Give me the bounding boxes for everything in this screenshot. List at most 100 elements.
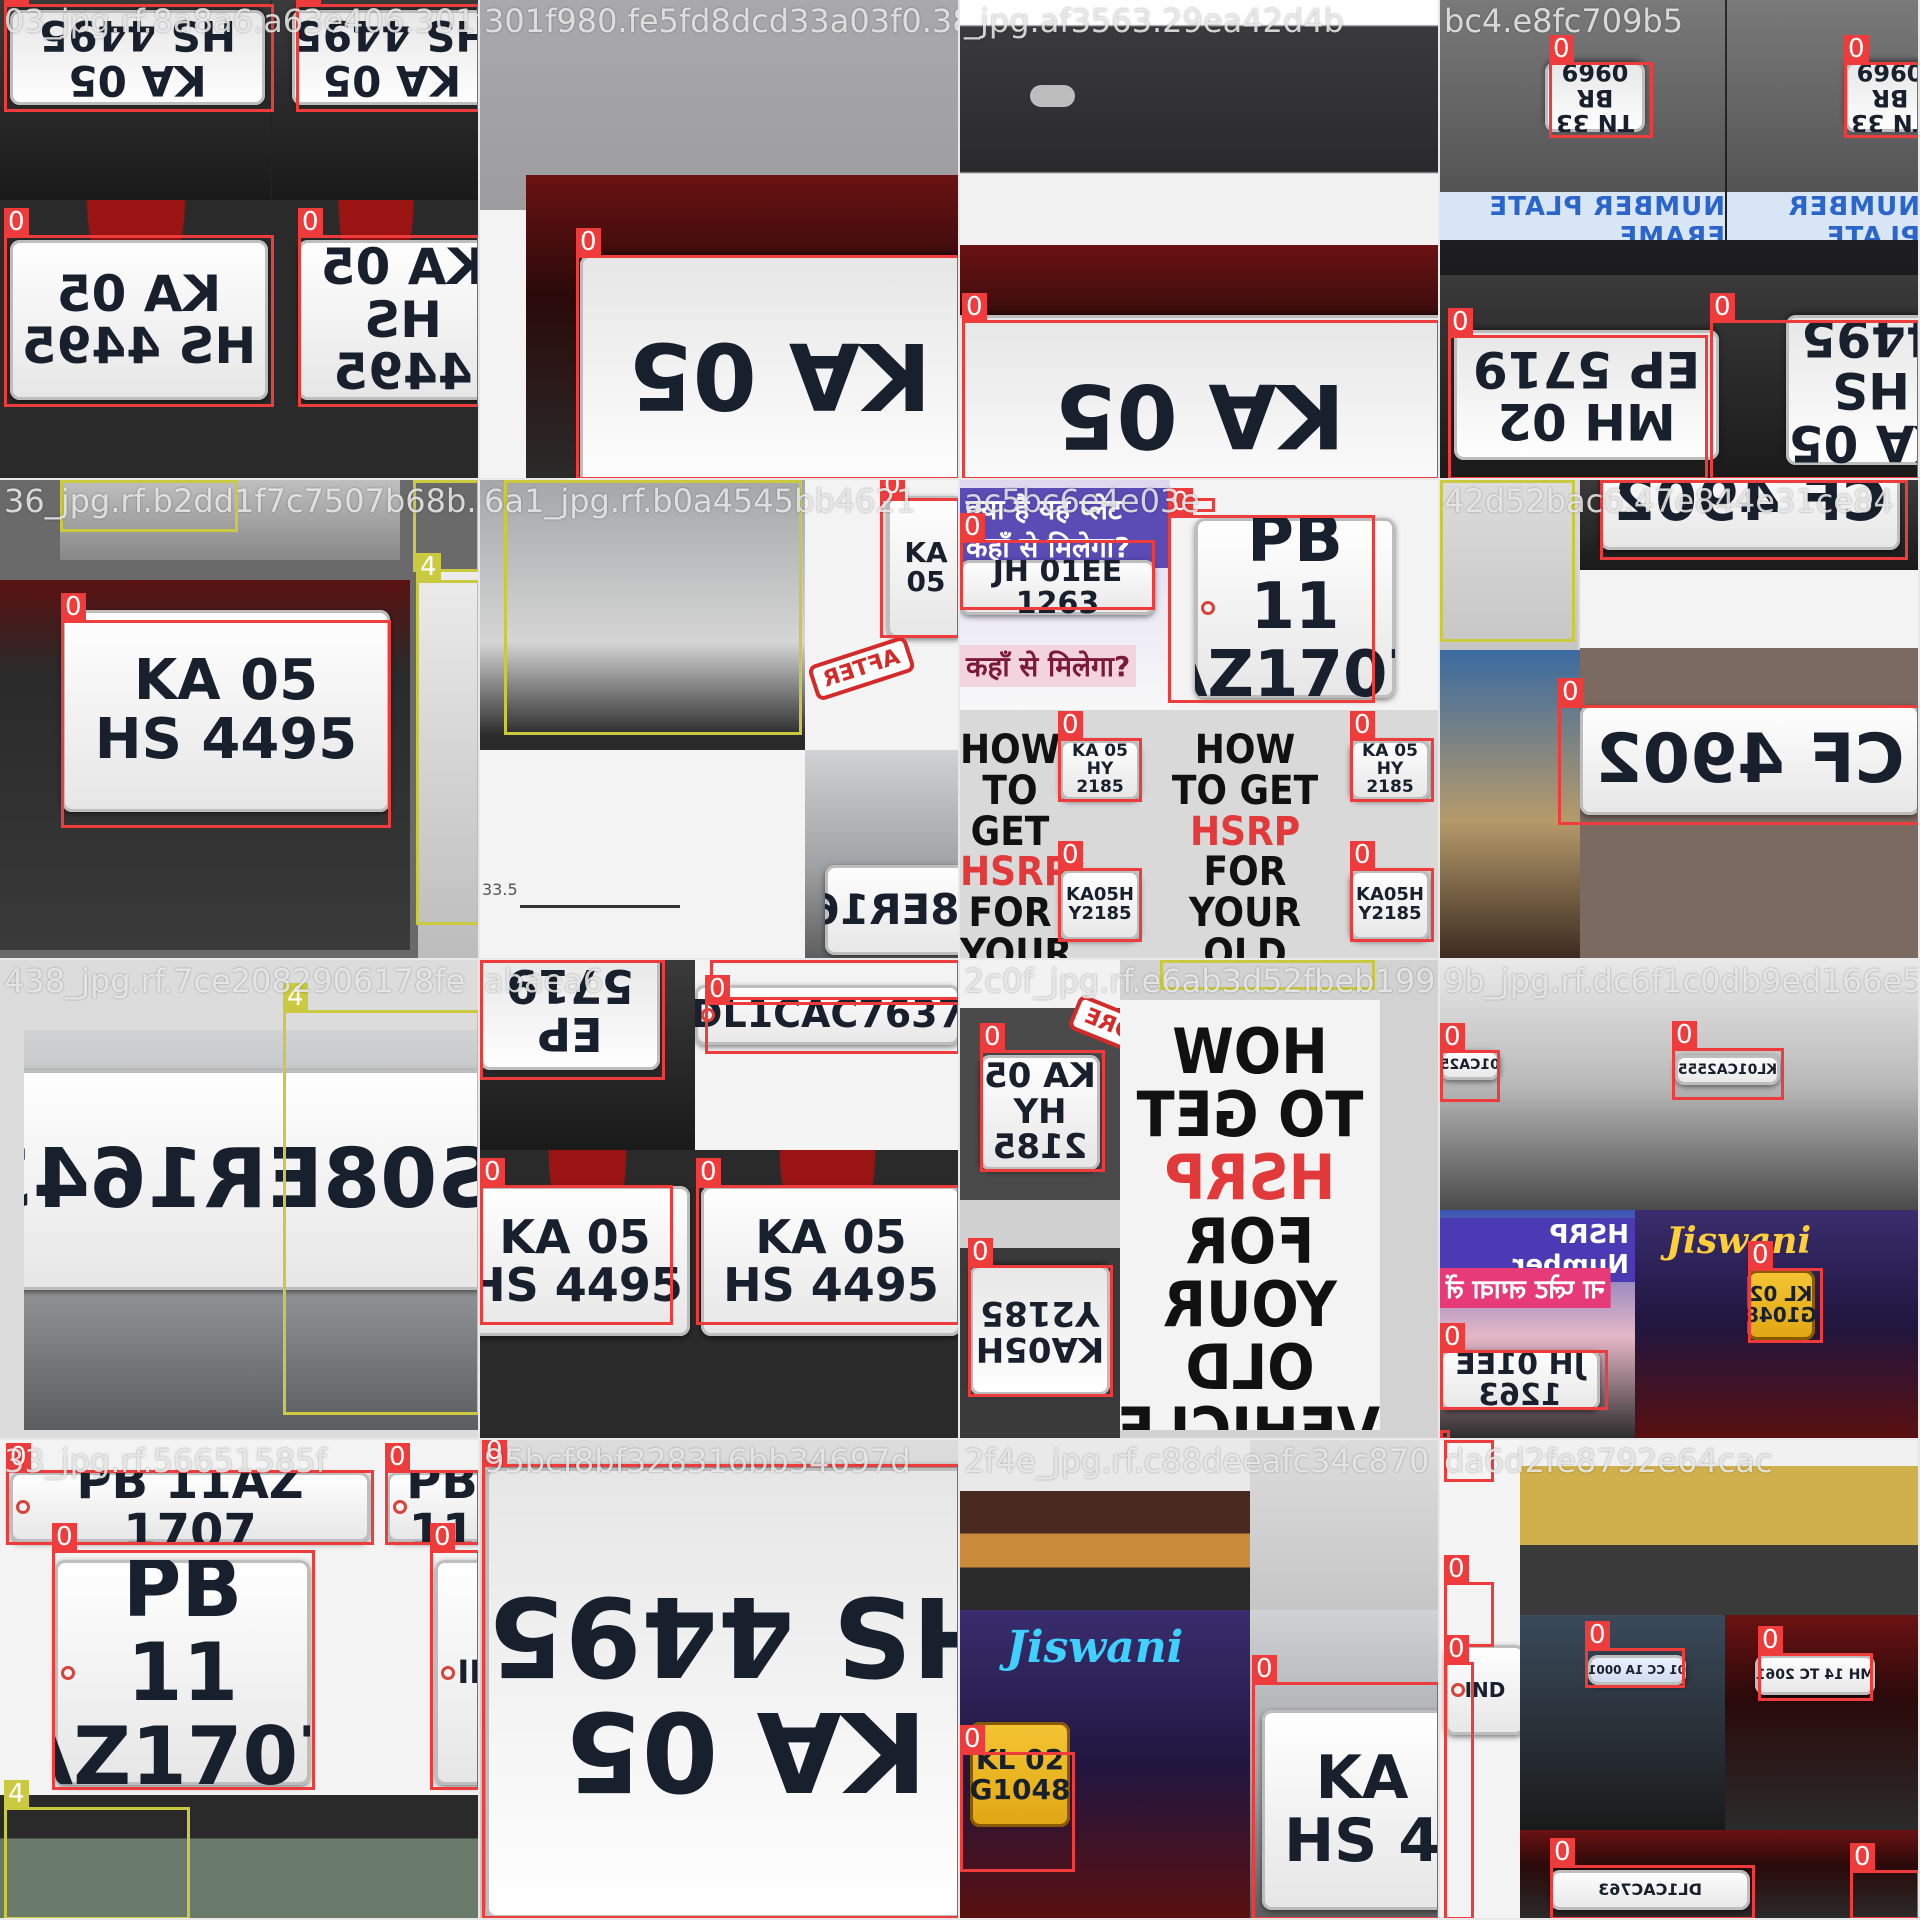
poster-line: VEHICLE bbox=[1120, 1394, 1380, 1430]
poster-line: FOR bbox=[1185, 1204, 1315, 1278]
detection-box-plate: 0 bbox=[1252, 1655, 1438, 1918]
class-label: 4 bbox=[60, 480, 85, 481]
tile-filename: _jpg.af3563.29ea42d4b bbox=[964, 2, 1344, 40]
detection-box-plate: 0 bbox=[1558, 678, 1918, 825]
detection-box-vehicle: 4 bbox=[416, 553, 478, 925]
exhaust-pipe bbox=[1030, 85, 1075, 107]
tile-filename: 9b_jpg.rf.dc6f1c0db9ed166e540 bbox=[1444, 962, 1920, 1000]
poster-line: FOR bbox=[1203, 849, 1287, 896]
class-label: 0 bbox=[980, 1023, 1005, 1051]
hindi-subheading: कहाँ से मिलेगा? bbox=[960, 645, 1137, 687]
detection-box-plate: 0 bbox=[1672, 1021, 1784, 1100]
detection-box-plate bbox=[1440, 1430, 1450, 1438]
detection-box-plate: 0 bbox=[962, 293, 1438, 478]
class-label: 0 bbox=[1252, 1655, 1277, 1683]
detection-box-plate: 0 bbox=[1710, 293, 1918, 478]
poster-text: HOW TO GET HSRP FOR YOUR OLD VEHICLE bbox=[960, 727, 1073, 960]
detection-box-plate: 0 bbox=[1748, 1241, 1823, 1343]
detection-box-plate: 0 bbox=[968, 1238, 1113, 1397]
class-label: 4 bbox=[1440, 480, 1465, 481]
class-label: 0 bbox=[705, 975, 730, 1003]
frame-caption: NUMBER PLATE FRAME bbox=[1727, 192, 1918, 240]
tile-9: TS08ER1643 438_jpg.rf.7ce2082906178fe 4 bbox=[0, 960, 480, 1440]
poster-line: HOW TO GET bbox=[960, 727, 1061, 855]
tile-10: EP 5719 DL1CAC7637 KA 05 HS 4495 KA 05 H… bbox=[480, 960, 960, 1440]
class-label: 0 bbox=[298, 208, 323, 236]
detection-box-plate: 0 bbox=[52, 1523, 315, 1790]
tile-7: क्या है यह प्लेट कहाँ से मिलेगा? JH 01EE… bbox=[960, 480, 1440, 960]
tile-13: PB 11AZ 1707 PB 11 AZ1707 PB 11 IND 33_j… bbox=[0, 1440, 480, 1920]
tile-filename: 2c0f_jpg.rf.e6ab3d52fbeb199 bbox=[964, 962, 1436, 1000]
class-label: 0 bbox=[960, 1725, 985, 1753]
after-stamp: AFTER bbox=[806, 634, 917, 703]
tile-14: KA 05 HS 4495 95bcf8bf328316bb34697d 0 bbox=[480, 1440, 960, 1920]
class-label: 4 bbox=[504, 480, 529, 481]
tile-15: Jiswani KL 02 G1048 KA HS 4 2f4e_jpg.rf.… bbox=[960, 1440, 1440, 1920]
poster-line: YOUR OLD bbox=[960, 930, 1073, 960]
detection-box-plate: 0 bbox=[480, 1158, 673, 1325]
detection-box-plate: 0 bbox=[705, 975, 958, 1054]
detection-box-plate: 0 bbox=[710, 960, 958, 1000]
detection-box-plate: 0 bbox=[1549, 35, 1653, 138]
detection-box-plate: 0 bbox=[1440, 1323, 1608, 1410]
auto-label: Jiswani bbox=[1666, 1220, 1812, 1262]
detection-box-plate: 0 bbox=[1585, 1621, 1685, 1688]
detection-box-plate: 0 bbox=[482, 1440, 958, 1918]
class-label: 0 bbox=[1672, 1021, 1697, 1049]
tile-12: KL01CA2555 KL01CA2555 HSRP Number ना प्ल… bbox=[1440, 960, 1920, 1440]
tile-16: IND 01 CC 1A 0001 MH 14 TC 2061 DL1CAC76… bbox=[1440, 1440, 1920, 1920]
detection-box-plate: 0 bbox=[1444, 1635, 1474, 1918]
class-label: 4 bbox=[416, 553, 441, 581]
class-label: 0 bbox=[480, 1158, 505, 1186]
class-label: 0 bbox=[1444, 1555, 1469, 1583]
tile-1: KA 05 HS 4495 KA 05 HS 4495 KA 05 HS 449… bbox=[0, 0, 480, 480]
poster-line: HSRP bbox=[1164, 1141, 1336, 1215]
detection-box-plate: 0 bbox=[960, 1725, 1075, 1872]
hindi-banner: ना प्लेट लगवा लें bbox=[1440, 1268, 1611, 1308]
tile-5: KA 05 HS 4495 36_jpg.rf.b2dd1f7c7507b68b… bbox=[0, 480, 480, 960]
poster-line: HOW TO GET bbox=[1171, 727, 1319, 814]
detection-box-plate: 0 bbox=[1440, 1023, 1500, 1102]
class-label: 0 bbox=[1600, 480, 1625, 481]
tile-filename: abaea6 bbox=[484, 962, 604, 1000]
detection-box-plate: 0 bbox=[1350, 841, 1434, 942]
detection-box-plate: 0 bbox=[696, 1158, 958, 1325]
class-label: 4 bbox=[4, 1780, 29, 1808]
detection-box-plate: 0 bbox=[1844, 35, 1918, 138]
detection-box-plate: 0 bbox=[1058, 711, 1142, 802]
mosaic-grid: KA 05 HS 4495 KA 05 HS 4495 KA 05 HS 449… bbox=[0, 0, 1920, 1920]
class-label: 0 bbox=[1444, 1440, 1469, 1441]
class-label: 4 bbox=[413, 480, 438, 481]
tile-filename: da6d2fe8792e64cac bbox=[1444, 1442, 1773, 1480]
detection-box-plate: 0 bbox=[1168, 488, 1375, 703]
class-label: 0 bbox=[968, 1238, 993, 1266]
class-label: 0 bbox=[1058, 841, 1083, 869]
class-label: 0 bbox=[385, 1443, 410, 1471]
poster-line: YOUR OLD bbox=[1163, 1267, 1337, 1405]
class-label: 0 bbox=[576, 228, 601, 256]
class-label: 0 bbox=[1844, 35, 1869, 63]
tile-11: BEFORE KA 05 HY 2185 KA05H Y2185 HOW TO … bbox=[960, 960, 1440, 1440]
detection-box-plate: 0 bbox=[960, 513, 1155, 610]
poster-line: HSRP bbox=[1189, 808, 1301, 855]
poster-line: YOUR OLD bbox=[1188, 890, 1302, 960]
tile-filename: 42d52bac6.47e844e31ce84 bbox=[1444, 482, 1894, 520]
class-label: 0 bbox=[430, 1523, 455, 1551]
class-label: 0 bbox=[1440, 1023, 1465, 1051]
detection-box-plate: 0 bbox=[1448, 308, 1708, 478]
panel: MH 14 TC 2061 bbox=[1725, 1615, 1918, 1830]
poster-text: HOW TO GET HSRP FOR YOUR OLD VEHICLE bbox=[1170, 727, 1320, 960]
tile-8: CF 4902 CF 4902 42d52bac6.47e844e31ce84 … bbox=[1440, 480, 1920, 960]
class-label: 0 bbox=[962, 293, 987, 321]
class-label: 0 bbox=[1710, 293, 1735, 321]
detection-box-plate: 0 bbox=[1350, 711, 1434, 802]
panel: TS08ER1643 bbox=[805, 750, 958, 958]
tile-filename: 03_jpg.rf.8a8a6.a63e406.301f980.fe5fd8 bbox=[4, 2, 480, 40]
class-label: 0 bbox=[1850, 1843, 1875, 1871]
detection-box-plate: 0 bbox=[61, 593, 391, 828]
detection-box-plate: 0 bbox=[430, 1523, 478, 1790]
auto-label: Jiswani bbox=[1006, 1622, 1184, 1673]
tile-filename: 95bcf8bf328316bb34697d bbox=[484, 1442, 911, 1480]
class-label: 0 bbox=[1558, 678, 1583, 706]
poster-text: HOW TO GET HSRP FOR YOUR OLD VEHICLE bbox=[1120, 1015, 1380, 1430]
